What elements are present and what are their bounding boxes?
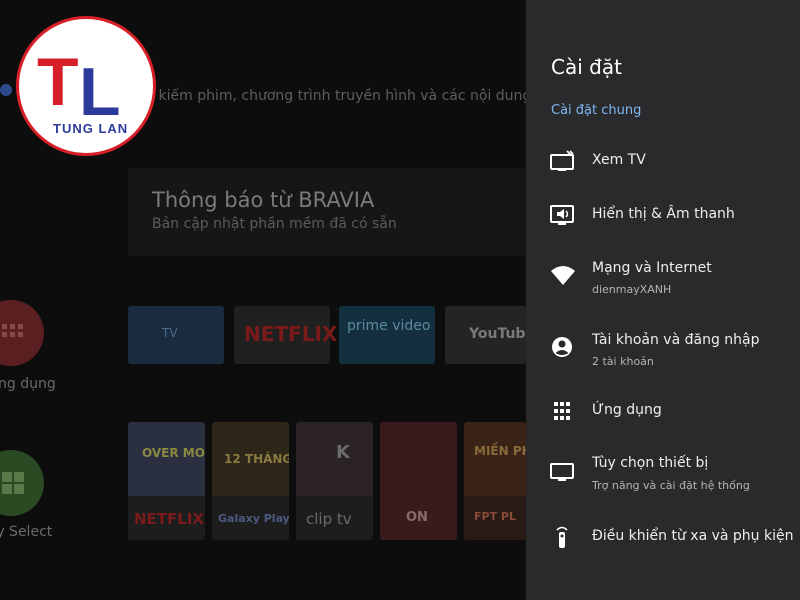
settings-item-label: Tùy chọn thiết bị [592,455,709,471]
settings-item-remote-accessories[interactable]: Điều khiển từ xa và phụ kiện [526,512,800,562]
monitor-icon [550,463,574,481]
apps-button[interactable] [0,300,44,366]
settings-panel: Cài đặt Cài đặt chung Xem TV Hiển thị & … [526,0,800,600]
settings-item-device-preferences[interactable]: Tùy chọn thiết bị Trợ năng và cài đặt hệ… [526,447,800,497]
settings-item-sub: dienmayXANH [592,283,672,296]
remote-icon [556,526,568,548]
bravia-notification[interactable]: Thông báo từ BRAVIA Bản cập nhật phần mề… [128,168,526,256]
channel-netflix-label: NETFLIX [244,322,338,346]
settings-item-label: Hiển thị & Âm thanh [592,206,735,222]
select-grid-icon [2,472,24,494]
apps-grid-icon [2,324,23,337]
card-provider: FPT PL [474,510,516,523]
sony-select-label: Sony Select [0,524,53,540]
display-sound-icon [550,205,574,225]
notification-subtitle: Bản cập nhật phần mềm đã có sẵn [152,216,397,232]
settings-item-accounts[interactable]: Tài khoản và đăng nhập 2 tài khoản [526,322,800,372]
notification-title: Thông báo từ BRAVIA [152,188,375,212]
settings-item-display-sound[interactable]: Hiển thị & Âm thanh [526,190,800,240]
logo-name: TUNG LAN [53,121,128,136]
settings-item-label: Xem TV [592,152,646,168]
card-provider: Galaxy Play [218,512,289,525]
card-provider: NETFLIX [134,510,204,528]
search-placeholder: Tìm kiếm phim, chương trình truyền hình … [128,88,526,104]
settings-item-apps[interactable]: Ứng dụng [526,386,800,436]
channel-prime-label: prime video [347,318,431,334]
channel-youtube[interactable]: YouTube [445,306,526,364]
settings-item-network[interactable]: Mạng và Internet dienmayXANH [526,250,800,300]
settings-item-sub: Trợ năng và cài đặt hệ thống [592,479,750,492]
channel-tv-label: TV [162,326,178,340]
settings-item-label: Ứng dụng [592,402,662,418]
logo-mark: T L TUNG LAN [37,44,128,136]
logo-letter-l: L [79,54,121,130]
card-provider: ON [406,510,428,525]
card-provider: clip tv [306,510,352,528]
logo-letter-t: T [37,44,79,120]
channel-youtube-label: YouTube [469,326,526,342]
wifi-icon [551,266,575,285]
apps-label: Ứng dụng [0,376,56,392]
assistant-icon [0,84,12,96]
settings-item-sub: 2 tài khoản [592,355,654,368]
card-title: 12 THÁNG [224,452,289,466]
account-icon [552,337,572,357]
card-title: MIỀN PH [474,444,526,458]
apps-grid-icon [554,402,570,420]
content-card[interactable]: ON [380,422,457,540]
tv-icon [550,150,574,171]
content-card[interactable]: 12 THÁNG Galaxy Play [212,422,289,540]
settings-item-label: Tài khoản và đăng nhập [592,332,760,348]
settings-item-watch-tv[interactable]: Xem TV [526,136,800,186]
channel-netflix[interactable]: NETFLIX [234,306,337,364]
settings-item-label: Mạng và Internet [592,260,712,276]
settings-section-header: Cài đặt chung [551,103,642,118]
sony-select-button[interactable] [0,450,44,516]
tung-lan-logo: T L TUNG LAN [16,16,156,156]
settings-item-label: Điều khiển từ xa và phụ kiện [592,528,794,544]
content-card[interactable]: OVER MOON NETFLIX [128,422,205,540]
card-title: OVER MOON [142,446,205,460]
card-title: K [336,442,350,463]
channel-prime[interactable]: prime video [339,306,435,364]
settings-title: Cài đặt [551,55,622,79]
content-card[interactable]: MIỀN PH FPT PL [464,422,526,540]
channel-tv[interactable]: TV [128,306,224,364]
content-card[interactable]: K clip tv [296,422,373,540]
